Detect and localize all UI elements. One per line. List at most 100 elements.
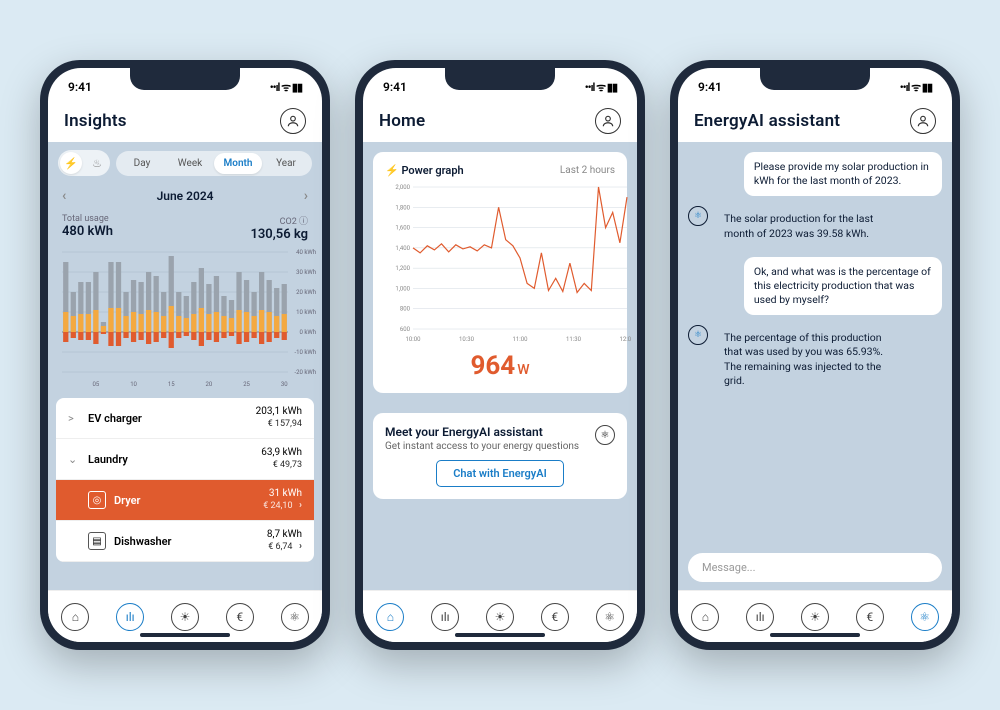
nav-home-icon[interactable]: ⌂ [61,603,89,631]
atom-icon: ⚛ [688,325,708,345]
screen-insights: 9:41 ••ıl ᯤ ▮▮ Insights ⚡ ♨ Day Week Mon… [48,68,322,642]
nav-atom-icon[interactable]: ⚛ [596,603,624,631]
status-time: 9:41 [383,80,407,94]
svg-text:30 kWh: 30 kWh [296,269,316,276]
svg-text:30: 30 [281,381,288,388]
status-time: 9:41 [68,80,92,94]
page-title: EnergyAI assistant [694,111,840,131]
chat-message-bot: ⚛The percentage of this production that … [688,323,942,396]
profile-avatar[interactable] [595,108,621,134]
chevron-right-icon: › [299,500,302,511]
device-row-laundry[interactable]: ⌄Laundry63,9 kWh€ 49,73 [56,439,314,480]
page-title: Insights [64,111,127,131]
device-values: 203,1 kWh€ 157,94 [256,406,302,430]
svg-text:11:00: 11:00 [513,336,529,343]
svg-text:12:00: 12:00 [620,336,631,343]
home-indicator [455,633,545,637]
chevron-right-icon[interactable]: › [304,188,308,204]
nav-sun-icon[interactable]: ☀ [486,603,514,631]
tab-day[interactable]: Day [118,153,166,174]
svg-text:10: 10 [130,381,137,388]
device-values: 63,9 kWh€ 49,73 [261,447,302,471]
nav-chart-icon[interactable]: ılı [116,603,144,631]
header: Home [363,106,637,142]
nav-euro-icon[interactable]: € [541,603,569,631]
svg-text:1,600: 1,600 [395,225,410,232]
svg-text:1,400: 1,400 [395,245,410,252]
tab-week[interactable]: Week [166,153,214,174]
nav-atom-icon[interactable]: ⚛ [911,603,939,631]
device-name: Dryer [114,494,141,507]
tab-month[interactable]: Month [214,153,262,174]
chat-with-ai-button[interactable]: Chat with EnergyAI [436,460,564,487]
power-graph-card[interactable]: ⚡ Power graph Last 2 hours 2,0001,8001,6… [373,152,627,393]
nav-atom-icon[interactable]: ⚛ [281,603,309,631]
home-indicator [770,633,860,637]
bar-chart-svg: 40 kWh30 kWh20 kWh10 kWh0 kWh-10 kWh-20 … [58,248,318,388]
month-navigator: ‹ June 2024 › [48,184,322,208]
chat-input[interactable]: Message... [688,553,942,582]
nav-chart-icon[interactable]: ılı [746,603,774,631]
bolt-icon[interactable]: ⚡ [60,152,82,174]
nav-euro-icon[interactable]: € [856,603,884,631]
power-value: 964W [385,351,615,381]
svg-text:20 kWh: 20 kWh [296,289,316,296]
chat-message-user: Please provide my solar production in kW… [688,152,942,196]
svg-text:10 kWh: 10 kWh [296,309,316,316]
ai-card-subtitle: Get instant access to your energy questi… [385,441,615,452]
home-indicator [140,633,230,637]
usage-bar-chart[interactable]: 40 kWh30 kWh20 kWh10 kWh0 kWh-10 kWh-20 … [48,244,322,392]
nav-home-icon[interactable]: ⌂ [376,603,404,631]
nav-sun-icon[interactable]: ☀ [801,603,829,631]
chevron-left-icon[interactable]: ‹ [62,188,66,204]
screen-chat: 9:41 ••ıl ᯤ ▮▮ EnergyAI assistant Please… [678,68,952,642]
nav-sun-icon[interactable]: ☀ [171,603,199,631]
svg-text:11:30: 11:30 [566,336,582,343]
device-name: EV charger [88,412,142,425]
nav-home-icon[interactable]: ⌂ [691,603,719,631]
flame-icon[interactable]: ♨ [86,152,108,174]
svg-text:-20 kWh: -20 kWh [294,369,316,376]
nav-euro-icon[interactable]: € [226,603,254,631]
device-values: 31 kWh€ 24,10 › [263,488,302,512]
svg-text:1,200: 1,200 [395,265,410,272]
device-name: Dishwasher [114,535,172,548]
chat-message-list[interactable]: Please provide my solar production in kW… [678,142,952,545]
svg-text:15: 15 [168,381,175,388]
summary-stats: Total usage 480 kWh CO2 ⓘ 130,56 kg [48,208,322,244]
screen-home: 9:41 ••ıl ᯤ ▮▮ Home ⚡ Power graph Last 2… [363,68,637,642]
device-values: 8,7 kWh€ 6,74 › [267,529,302,553]
ai-card: ⚛ Meet your EnergyAI assistant Get insta… [373,413,627,499]
message-text: Ok, and what was is the percentage of th… [744,257,942,316]
nav-chart-icon[interactable]: ılı [431,603,459,631]
svg-text:0 kWh: 0 kWh [299,329,316,336]
phone-home: 9:41 ••ıl ᯤ ▮▮ Home ⚡ Power graph Last 2… [355,60,645,650]
device-row-dryer[interactable]: ◎ Dryer 31 kWh€ 24,10 › [56,480,314,521]
dryer-icon: ◎ [88,491,106,509]
notch [445,68,555,90]
phone-insights: 9:41 ••ıl ᯤ ▮▮ Insights ⚡ ♨ Day Week Mon… [40,60,330,650]
home-content: ⚡ Power graph Last 2 hours 2,0001,8001,6… [363,142,637,590]
chevron-right-icon: › [299,541,302,552]
status-icons: ••ıl ᯤ ▮▮ [900,80,932,95]
profile-avatar[interactable] [280,108,306,134]
svg-text:10:30: 10:30 [459,336,475,343]
co2-label: CO2 ⓘ [250,214,308,227]
chevron-icon: ⌄ [68,453,80,466]
total-usage: Total usage 480 kWh [62,214,113,242]
phone-chat: 9:41 ••ıl ᯤ ▮▮ EnergyAI assistant Please… [670,60,960,650]
power-line-chart: 2,0001,8001,6001,4001,2001,00080060010:0… [385,183,631,343]
atom-icon: ⚛ [595,425,615,445]
device-row-ev-charger[interactable]: >EV charger203,1 kWh€ 157,94 [56,398,314,439]
tab-year[interactable]: Year [262,153,310,174]
device-row-dishwasher[interactable]: ▤Dishwasher8,7 kWh€ 6,74 › [56,521,314,562]
profile-avatar[interactable] [910,108,936,134]
view-tabs: ⚡ ♨ Day Week Month Year [48,142,322,184]
message-text: The solar production for the last month … [714,204,912,248]
chat-message-bot: ⚛The solar production for the last month… [688,204,942,248]
svg-text:10:00: 10:00 [406,336,422,343]
status-icons: ••ıl ᯤ ▮▮ [270,80,302,95]
svg-text:20: 20 [206,381,213,388]
device-list: >EV charger203,1 kWh€ 157,94⌄Laundry63,9… [56,398,314,562]
svg-text:-10 kWh: -10 kWh [294,349,316,356]
